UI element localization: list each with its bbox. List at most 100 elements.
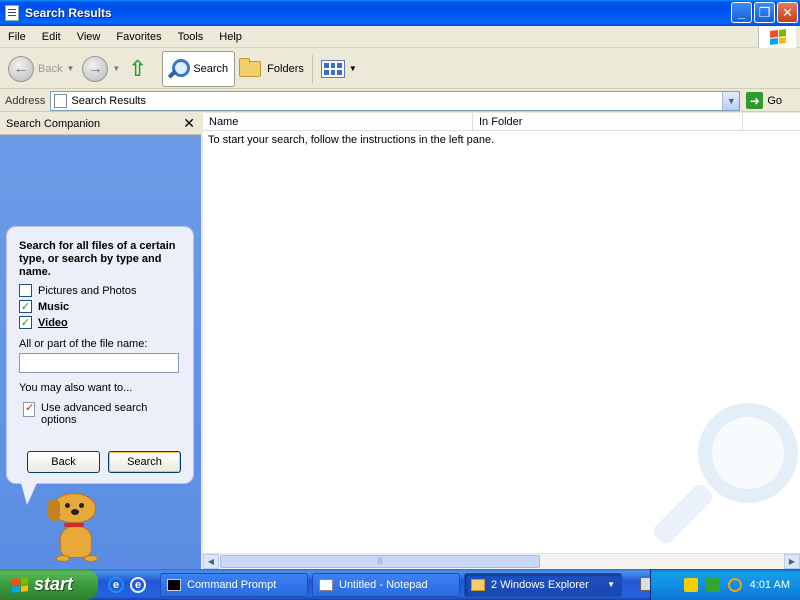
go-button[interactable]: ➜ Go: [746, 92, 782, 109]
minimize-button[interactable]: _: [731, 2, 752, 23]
video-checkbox[interactable]: ✓: [19, 316, 32, 329]
toolbar: ← Back ▼ → ▼ ⇧ Search Folders ▼: [0, 49, 800, 89]
back-arrow-icon: ←: [8, 55, 34, 82]
music-checkbox[interactable]: ✓: [19, 300, 32, 313]
quick-launch: e e: [108, 576, 146, 593]
window-title: Search Results: [25, 6, 112, 20]
address-dropdown-icon[interactable]: ▼: [722, 91, 740, 110]
network-icon[interactable]: [705, 577, 720, 592]
column-in-folder[interactable]: In Folder: [473, 113, 743, 130]
go-label: Go: [767, 94, 783, 107]
search-results-icon: [54, 93, 68, 108]
option-pictures[interactable]: Pictures and Photos: [19, 284, 181, 297]
address-label: Address: [5, 94, 46, 107]
views-icon: [320, 59, 345, 78]
task-command-prompt[interactable]: Command Prompt: [160, 572, 308, 597]
advanced-search-link[interactable]: Use advanced search options: [19, 401, 181, 426]
close-pane-icon[interactable]: ✕: [183, 115, 195, 132]
filename-label: All or part of the file name:: [19, 338, 148, 350]
video-label: Video: [38, 316, 68, 329]
close-button[interactable]: ✕: [777, 2, 798, 23]
advanced-search-icon: [23, 401, 35, 417]
window-icon[interactable]: [5, 5, 19, 21]
balloon-buttons: Back Search: [27, 451, 181, 473]
scroll-left-icon[interactable]: ◀: [203, 554, 219, 569]
security-shield-icon[interactable]: [683, 577, 698, 592]
results-pane: Name In Folder To start your search, fol…: [203, 113, 800, 569]
address-value: Search Results: [71, 94, 146, 107]
toolbar-separator: [311, 54, 313, 83]
menu-view[interactable]: View: [69, 31, 109, 43]
restore-button[interactable]: ❐: [754, 2, 775, 23]
option-video[interactable]: ✓ Video: [19, 316, 181, 329]
scroll-thumb[interactable]: |||: [220, 555, 540, 568]
task-cmd-label: Command Prompt: [187, 578, 277, 591]
pictures-checkbox[interactable]: [19, 284, 32, 297]
menu-favorites[interactable]: Favorites: [108, 31, 169, 43]
forward-dropdown-icon[interactable]: ▼: [112, 64, 120, 73]
task-windows-explorer[interactable]: 2 Windows Explorer ▼: [464, 572, 622, 597]
address-bar: Address Search Results ▼ ➜ Go: [0, 90, 800, 112]
forward-button[interactable]: → ▼: [78, 51, 124, 87]
views-button[interactable]: ▼: [317, 51, 361, 87]
back-button[interactable]: ← Back ▼: [4, 51, 78, 87]
internet-explorer-icon[interactable]: e: [108, 576, 124, 593]
magnifier-watermark-icon: [648, 403, 798, 547]
search-toolbar-button[interactable]: Search: [162, 50, 236, 87]
task-group-dropdown-icon: ▼: [607, 580, 615, 589]
advanced-search-label: Use advanced search options: [41, 402, 148, 426]
task-explorer-label: 2 Windows Explorer: [491, 578, 589, 591]
also-label: You may also want to...: [19, 382, 133, 394]
cmd-icon: [167, 578, 181, 591]
search-companion-pane: Search Companion ✕ Search for all files …: [0, 113, 201, 569]
menu-help[interactable]: Help: [211, 31, 250, 43]
window-controls: _ ❐ ✕: [731, 2, 798, 23]
search-balloon: Search for all files of a certain type, …: [6, 226, 194, 505]
address-input[interactable]: Search Results ▼: [50, 90, 741, 111]
search-button[interactable]: Search: [108, 451, 181, 473]
column-name[interactable]: Name: [203, 113, 473, 130]
folder-icon: [239, 57, 262, 77]
option-music[interactable]: ✓ Music: [19, 300, 181, 313]
notepad-icon: [319, 578, 333, 591]
search-toolbar-label: Search: [193, 62, 229, 75]
system-tray: 4:01 AM: [650, 569, 800, 600]
clock[interactable]: 4:01 AM: [750, 579, 790, 591]
menu-edit[interactable]: Edit: [34, 31, 69, 43]
start-flag-icon: [12, 576, 28, 593]
search-companion-title: Search Companion: [6, 117, 101, 130]
pictures-label: Pictures and Photos: [38, 284, 137, 297]
music-label: Music: [38, 300, 70, 313]
search-icon: [167, 58, 191, 80]
forward-arrow-icon: →: [82, 55, 109, 82]
horizontal-scrollbar[interactable]: ◀ ||| ▶: [203, 553, 800, 569]
results-header: Name In Folder: [203, 113, 800, 131]
search-question: Search for all files of a certain type, …: [19, 240, 176, 278]
windows-logo: [758, 26, 796, 48]
start-label: start: [34, 574, 74, 594]
search-dog-icon[interactable]: [48, 493, 110, 565]
title-bar: Search Results _ ❐ ✕: [0, 0, 800, 26]
folders-button[interactable]: Folders: [235, 51, 308, 87]
folders-label: Folders: [267, 62, 304, 75]
filename-input[interactable]: [19, 353, 179, 373]
back-dropdown-icon[interactable]: ▼: [66, 64, 74, 73]
back-companion-button[interactable]: Back: [27, 451, 100, 473]
taskbar: start e e Command Prompt Untitled - Note…: [0, 569, 800, 600]
media-player-icon[interactable]: e: [130, 576, 146, 593]
menu-bar: File Edit View Favorites Tools Help: [0, 26, 800, 48]
windows-flag-icon: [769, 29, 786, 45]
search-companion-header: Search Companion ✕: [0, 113, 201, 135]
start-button[interactable]: start: [0, 569, 98, 600]
views-dropdown-icon: ▼: [348, 64, 357, 73]
search-tray-icon[interactable]: [727, 577, 742, 592]
menu-tools[interactable]: Tools: [170, 31, 212, 43]
results-hint: To start your search, follow the instruc…: [208, 134, 495, 146]
scroll-right-icon[interactable]: ▶: [784, 554, 800, 569]
up-button[interactable]: ⇧: [124, 51, 156, 87]
go-arrow-icon: ➜: [746, 92, 764, 109]
up-folder-icon: ⇧: [128, 55, 147, 81]
task-notepad[interactable]: Untitled - Notepad: [312, 572, 460, 597]
dog-body: [60, 526, 92, 558]
menu-file[interactable]: File: [0, 31, 34, 43]
